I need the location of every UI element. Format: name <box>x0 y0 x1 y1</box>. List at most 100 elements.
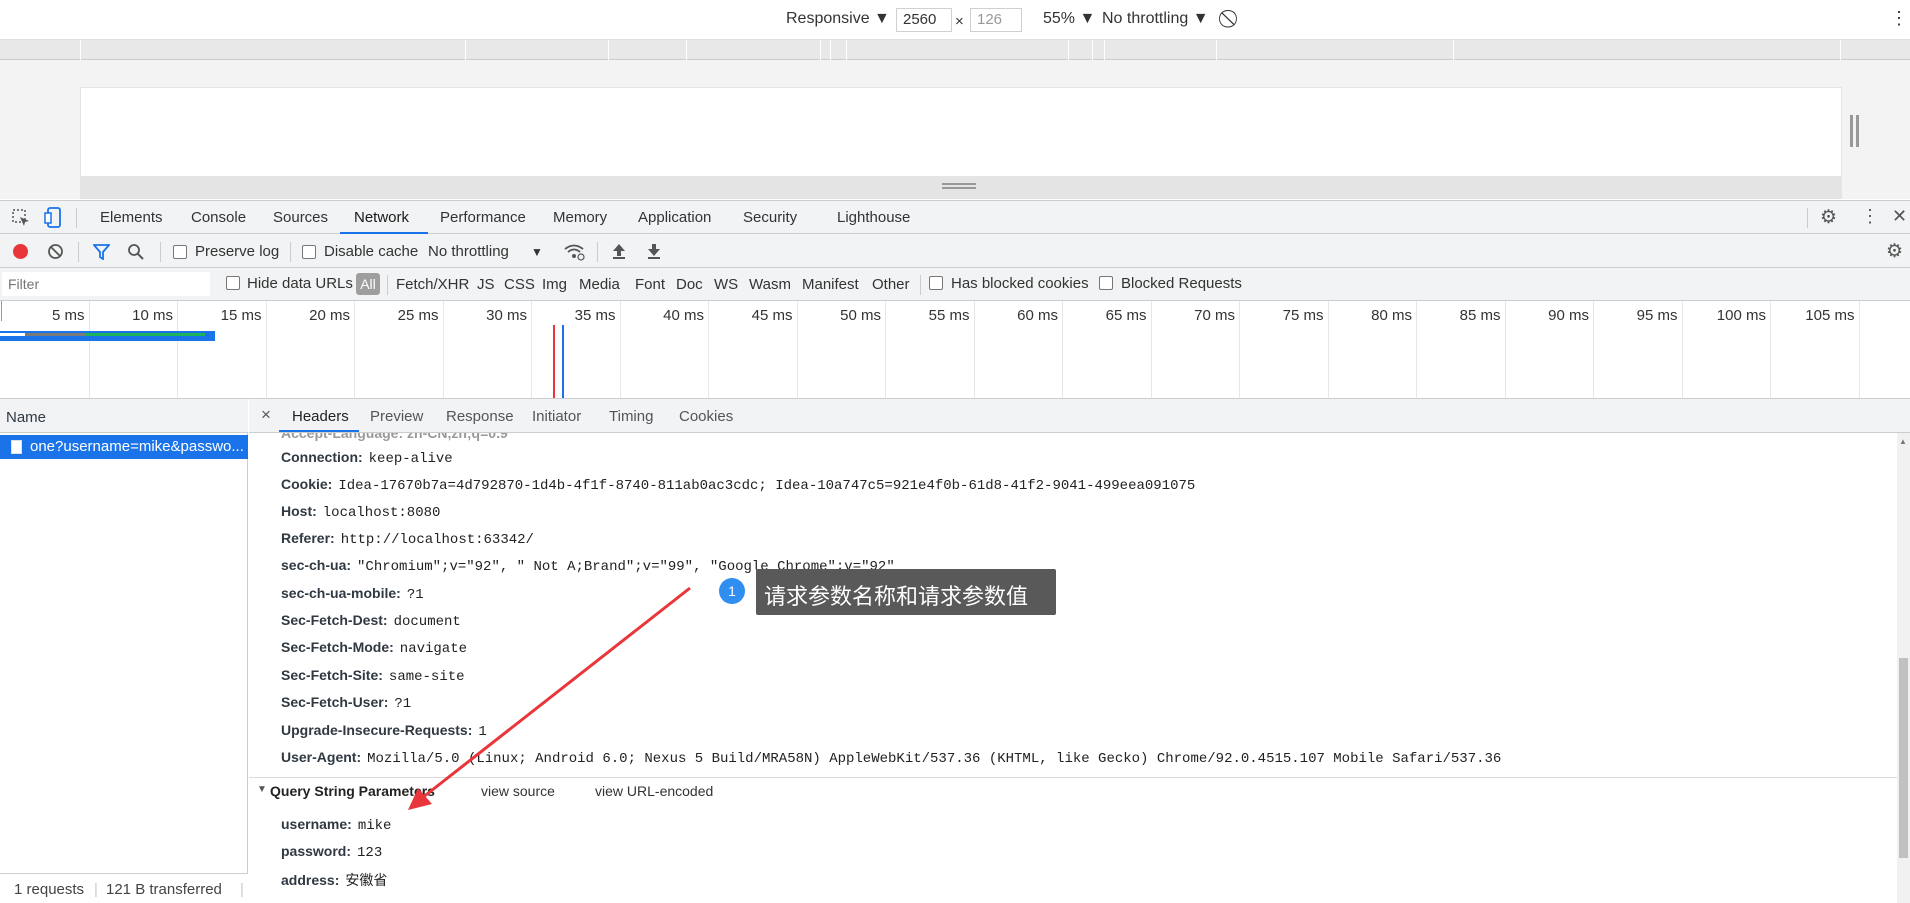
timeline-gridline <box>1681 301 1683 398</box>
filter-type-doc[interactable]: Doc <box>676 276 703 293</box>
header-row: Sec-Fetch-Mode: navigate <box>281 639 467 657</box>
query-string-section-header[interactable]: ▼ Query String Parameters view source vi… <box>249 777 1910 803</box>
width-input[interactable]: 2560 <box>896 8 952 32</box>
zoom-dropdown[interactable]: 55% ▼ <box>1043 10 1095 28</box>
scrollbar-thumb[interactable] <box>1899 658 1908 858</box>
name-column-header[interactable]: Name <box>0 399 248 433</box>
filter-type-js[interactable]: JS <box>477 276 495 293</box>
header-row: Sec-Fetch-User: ?1 <box>281 694 411 712</box>
filter-type-wasm[interactable]: Wasm <box>749 276 791 293</box>
timeline-gridline <box>531 301 532 398</box>
filter-type-other[interactable]: Other <box>872 276 910 293</box>
scroll-up-icon[interactable]: ▲ <box>1899 437 1907 446</box>
network-throttling-label: No throttling <box>428 243 509 260</box>
tab-lighthouse[interactable]: Lighthouse <box>837 209 910 226</box>
tab-preview[interactable]: Preview <box>370 408 423 425</box>
details-scrollbar[interactable]: ▲ <box>1897 433 1910 903</box>
disable-cache-checkbox[interactable] <box>302 245 316 259</box>
filter-type-ws[interactable]: WS <box>714 276 738 293</box>
has-blocked-cookies-checkbox[interactable] <box>929 276 943 290</box>
timeline-gridline <box>1239 301 1240 398</box>
filter-type-font[interactable]: Font <box>635 276 665 293</box>
status-divider: | <box>94 881 98 898</box>
tab-timing[interactable]: Timing <box>609 408 653 425</box>
device-toolbar-icon[interactable] <box>44 207 62 229</box>
kebab-icon[interactable]: ⋮ <box>1890 8 1908 29</box>
tab-security[interactable]: Security <box>743 209 797 226</box>
blocked-requests-checkbox[interactable] <box>1099 276 1113 290</box>
query-param-row: username: mike <box>281 816 391 834</box>
search-icon[interactable] <box>127 243 144 260</box>
header-key: Sec-Fetch-User: <box>281 694 389 710</box>
tab-performance[interactable]: Performance <box>440 209 526 226</box>
tab-console[interactable]: Console <box>191 209 246 226</box>
request-list-panel: Name one?username=mike&passwo... 1 reque… <box>0 399 248 903</box>
timeline-tick-label: 75 ms <box>1282 307 1324 324</box>
viewport-side-handle-2[interactable] <box>1856 115 1859 147</box>
tab-sources[interactable]: Sources <box>273 209 328 226</box>
timeline-tick-label: 5 ms <box>51 307 85 324</box>
devtools-tab-bar: Elements Console Sources Network Perform… <box>0 200 1910 234</box>
request-details-panel: × Headers Preview Response Initiator Tim… <box>249 399 1910 903</box>
timeline-tick-label: 50 ms <box>840 307 881 324</box>
filter-type-css[interactable]: CSS <box>504 276 535 293</box>
network-throttling-dropdown[interactable]: No throttling ▼ <box>428 243 543 260</box>
settings-gear-icon[interactable]: ⚙ <box>1820 206 1837 229</box>
network-conditions-icon[interactable] <box>564 243 586 261</box>
devtools-menu-icon[interactable]: ⋮ <box>1861 206 1879 227</box>
collapse-triangle-icon[interactable]: ▼ <box>257 784 267 795</box>
timeline-tick-label: 100 ms <box>1716 307 1766 324</box>
request-row[interactable]: one?username=mike&passwo... <box>0 435 248 459</box>
network-overview-timeline[interactable]: 5 ms 10 ms 15 ms 20 ms 25 ms 30 ms 35 ms 40 ms 4… <box>0 301 1910 399</box>
viewport-resize-bar[interactable] <box>80 177 1842 199</box>
tab-initiator[interactable]: Initiator <box>532 408 581 425</box>
media-query-ruler[interactable] <box>0 40 1910 60</box>
inspect-element-icon[interactable] <box>12 209 30 227</box>
device-throttling-dropdown[interactable]: No throttling ▼ <box>1102 10 1209 28</box>
close-devtools-icon[interactable]: ✕ <box>1892 206 1907 227</box>
record-icon[interactable] <box>13 244 28 259</box>
tab-elements[interactable]: Elements <box>100 209 163 226</box>
filter-type-img[interactable]: Img <box>542 276 567 293</box>
import-har-icon[interactable] <box>611 242 627 260</box>
height-input[interactable]: 126 <box>970 8 1022 32</box>
header-key: Referer: <box>281 530 335 546</box>
timeline-gridline <box>1150 301 1152 398</box>
zoom-label: 55% <box>1043 10 1076 27</box>
load-event-line <box>553 325 555 398</box>
filter-type-all[interactable]: All <box>356 273 380 295</box>
timeline-gridline <box>177 301 178 398</box>
filter-icon[interactable] <box>93 243 110 260</box>
request-bar-waiting <box>85 333 205 336</box>
network-toolbar: Preserve log Disable cache No throttling… <box>0 234 1910 268</box>
query-param-row: address: 安徽省 <box>281 870 387 890</box>
filter-type-fetch-xhr[interactable]: Fetch/XHR <box>396 276 469 293</box>
has-blocked-cookies-label: Has blocked cookies <box>951 275 1089 292</box>
filter-input[interactable] <box>2 272 210 296</box>
filter-type-media[interactable]: Media <box>579 276 620 293</box>
view-source-link[interactable]: view source <box>481 783 555 799</box>
header-value: 1 <box>478 724 487 740</box>
tab-cookies[interactable]: Cookies <box>679 408 733 425</box>
clear-icon[interactable] <box>47 243 64 260</box>
network-status-bar: 1 requests | 121 B transferred | <box>0 873 248 903</box>
view-url-encoded-link[interactable]: view URL-encoded <box>595 783 713 799</box>
dimensions-dropdown[interactable]: Responsive ▼ <box>786 10 890 28</box>
header-key: Sec-Fetch-Site: <box>281 667 383 683</box>
tab-memory[interactable]: Memory <box>553 209 607 226</box>
header-key: Connection: <box>281 449 363 465</box>
annotation-text: 请求参数名称和请求参数值 <box>764 585 1029 610</box>
tab-application[interactable]: Application <box>638 209 711 226</box>
tab-network[interactable]: Network <box>354 209 409 226</box>
preserve-log-checkbox[interactable] <box>173 245 187 259</box>
filter-type-manifest[interactable]: Manifest <box>802 276 859 293</box>
tab-response[interactable]: Response <box>446 408 514 425</box>
export-har-icon[interactable] <box>646 242 662 260</box>
close-details-icon[interactable]: × <box>261 405 271 425</box>
tab-headers[interactable]: Headers <box>292 408 349 425</box>
network-settings-gear-icon[interactable]: ⚙ <box>1886 240 1903 263</box>
timeline-tick-label: 25 ms <box>397 307 439 324</box>
hide-data-urls-checkbox[interactable] <box>226 276 240 290</box>
viewport-side-handle[interactable] <box>1850 115 1853 147</box>
header-key: sec-ch-ua-mobile: <box>281 585 401 601</box>
